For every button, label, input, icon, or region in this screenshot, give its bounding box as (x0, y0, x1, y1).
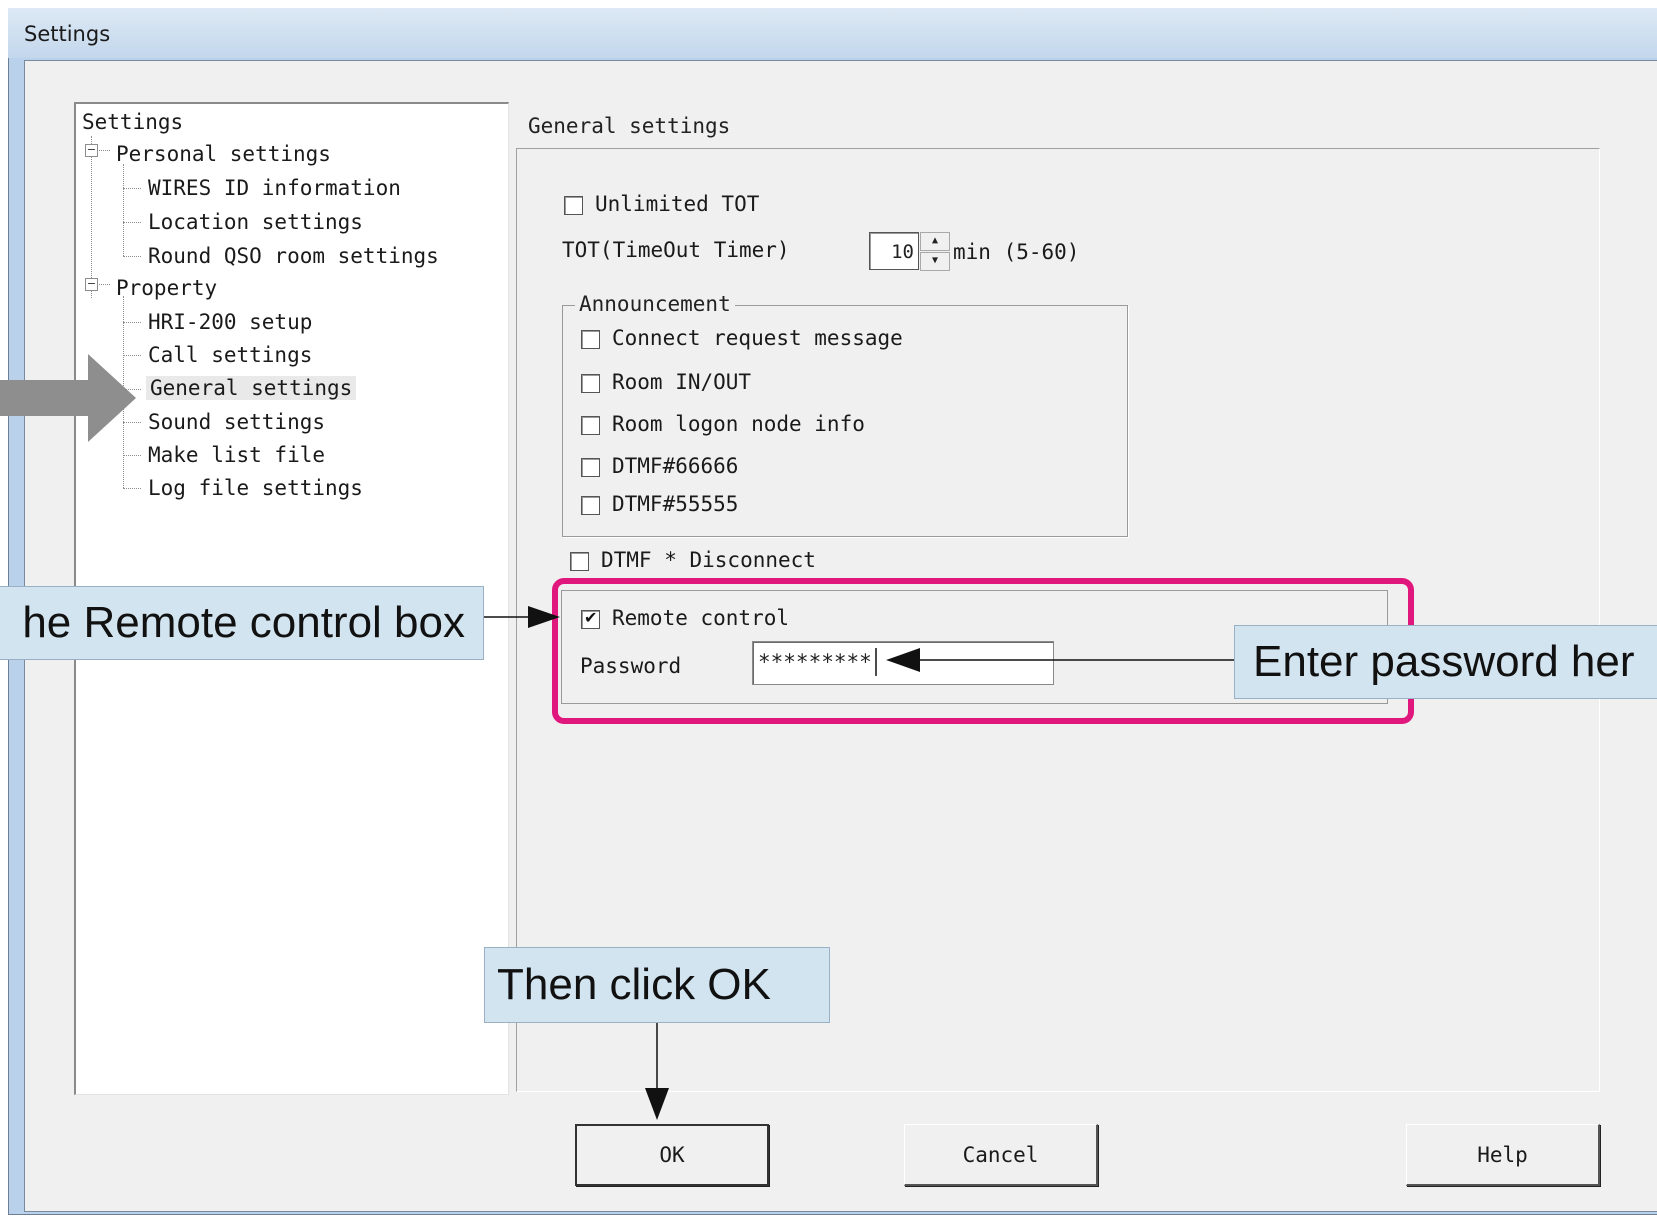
ok-arrowhead-icon (645, 1088, 669, 1120)
password-arrowhead-icon (886, 648, 920, 672)
callout-password: Enter password her (1234, 625, 1657, 699)
callout-click-ok: Then click OK (484, 947, 830, 1023)
callout-remote-control: he Remote control box (0, 586, 484, 660)
remote-arrowhead-icon (528, 606, 560, 628)
tree-pointer-arrow-icon (0, 354, 136, 442)
